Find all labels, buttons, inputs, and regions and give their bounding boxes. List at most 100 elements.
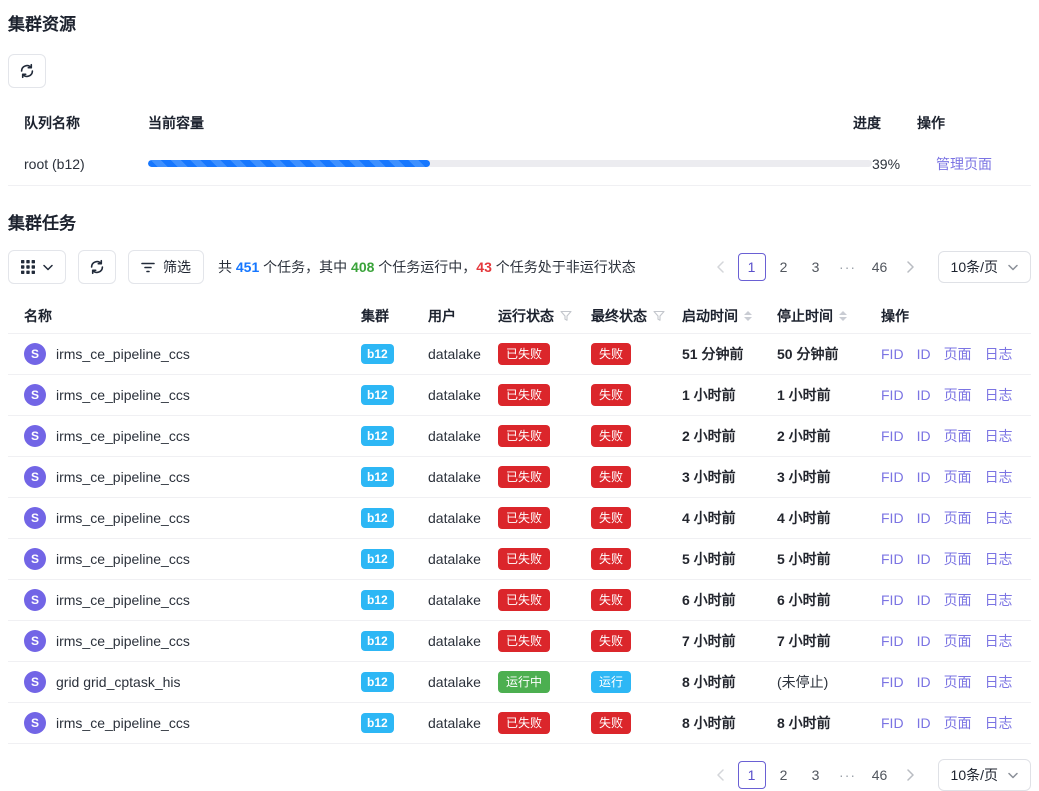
row-action-link[interactable]: ID bbox=[917, 469, 931, 485]
row-action-link[interactable]: 页面 bbox=[944, 713, 972, 733]
row-action-link[interactable]: FID bbox=[881, 674, 904, 690]
row-action-link[interactable]: 页面 bbox=[944, 590, 972, 610]
user-name: datalake bbox=[428, 428, 498, 444]
columns-button[interactable] bbox=[8, 250, 66, 284]
row-action-link[interactable]: ID bbox=[917, 551, 931, 567]
row-action-link[interactable]: FID bbox=[881, 387, 904, 403]
run-status-badge: 已失败 bbox=[498, 712, 550, 734]
pagination-page-1[interactable]: 1 bbox=[738, 253, 766, 281]
table-row: S irms_ce_pipeline_ccs b12 datalake 已失败 … bbox=[8, 703, 1031, 744]
row-action-link[interactable]: 日志 bbox=[985, 344, 1013, 364]
queue-name: root (b12) bbox=[24, 156, 148, 172]
tasks-table: 名称 集群 用户 运行状态 最终状态 启动时间 停止时间 bbox=[8, 298, 1031, 744]
row-action-link[interactable]: FID bbox=[881, 428, 904, 444]
summary-count: 408 bbox=[351, 259, 374, 275]
cluster-tag: b12 bbox=[361, 508, 394, 528]
page-size-select[interactable]: 10条/页 bbox=[938, 251, 1031, 283]
row-action-link[interactable]: 日志 bbox=[985, 549, 1013, 569]
pagination-page-2[interactable]: 2 bbox=[770, 253, 798, 281]
row-action-link[interactable]: 日志 bbox=[985, 467, 1013, 487]
run-status-badge: 已失败 bbox=[498, 507, 550, 529]
row-action-link[interactable]: 页面 bbox=[944, 672, 972, 692]
manage-page-link[interactable]: 管理页面 bbox=[936, 156, 992, 172]
row-action-link[interactable]: ID bbox=[917, 387, 931, 403]
row-action-link[interactable]: 页面 bbox=[944, 426, 972, 446]
row-action-link[interactable]: 页面 bbox=[944, 385, 972, 405]
row-actions: FID ID 页面日志 bbox=[881, 631, 1031, 651]
row-action-link[interactable]: 日志 bbox=[985, 590, 1013, 610]
row-action-link[interactable]: 日志 bbox=[985, 631, 1013, 651]
row-action-link[interactable]: 页面 bbox=[944, 344, 972, 364]
row-action-link[interactable]: 页面 bbox=[944, 467, 972, 487]
row-action-link[interactable]: 日志 bbox=[985, 426, 1013, 446]
stop-time: 4 小时前 bbox=[777, 508, 881, 528]
row-action-link[interactable]: FID bbox=[881, 715, 904, 731]
funnel-filter-icon[interactable] bbox=[560, 310, 572, 322]
sort-icon[interactable] bbox=[744, 311, 752, 321]
row-action-link[interactable]: 页面 bbox=[944, 508, 972, 528]
pagination-next[interactable] bbox=[898, 253, 924, 281]
row-action-link[interactable]: 日志 bbox=[985, 385, 1013, 405]
avatar: S bbox=[24, 384, 46, 406]
row-action-link[interactable]: ID bbox=[917, 510, 931, 526]
bottom-pagination-bar: 123···46 10条/页 bbox=[8, 759, 1031, 791]
row-action-link[interactable]: 日志 bbox=[985, 713, 1013, 733]
final-status-badge: 失败 bbox=[591, 425, 631, 447]
pagination-ellipsis[interactable]: ··· bbox=[834, 259, 862, 275]
progress-percent: 39% bbox=[872, 156, 936, 172]
row-action-link[interactable]: ID bbox=[917, 346, 931, 362]
pagination-page-46[interactable]: 46 bbox=[866, 761, 894, 789]
start-time: 2 小时前 bbox=[682, 426, 777, 446]
stop-time: 6 小时前 bbox=[777, 590, 881, 610]
row-actions: FID ID 页面日志 bbox=[881, 344, 1031, 364]
row-action-link[interactable]: ID bbox=[917, 428, 931, 444]
filter-button[interactable]: 筛选 bbox=[128, 250, 204, 284]
pagination-page-2[interactable]: 2 bbox=[770, 761, 798, 789]
final-status-badge: 运行 bbox=[591, 671, 631, 693]
task-name: irms_ce_pipeline_ccs bbox=[56, 633, 190, 649]
stop-time: 1 小时前 bbox=[777, 385, 881, 405]
row-action-link[interactable]: ID bbox=[917, 633, 931, 649]
pagination-page-1[interactable]: 1 bbox=[738, 761, 766, 789]
row-action-link[interactable]: 日志 bbox=[985, 508, 1013, 528]
pagination-ellipsis[interactable]: ··· bbox=[834, 767, 862, 783]
pagination-page-3[interactable]: 3 bbox=[802, 761, 830, 789]
col-current-capacity: 当前容量 bbox=[148, 113, 853, 133]
page-size-value: 10条/页 bbox=[951, 257, 998, 277]
tasks-refresh-button[interactable] bbox=[78, 250, 116, 284]
row-action-link[interactable]: FID bbox=[881, 510, 904, 526]
row-action-link[interactable]: 页面 bbox=[944, 549, 972, 569]
pagination-next[interactable] bbox=[898, 761, 924, 789]
row-action-link[interactable]: ID bbox=[917, 715, 931, 731]
user-name: datalake bbox=[428, 551, 498, 567]
filter-button-label: 筛选 bbox=[163, 257, 191, 277]
table-row: S irms_ce_pipeline_ccs b12 datalake 已失败 … bbox=[8, 498, 1031, 539]
col-queue-name: 队列名称 bbox=[24, 113, 148, 133]
row-actions: FID ID 页面日志 bbox=[881, 713, 1031, 733]
resources-table: 队列名称 当前容量 进度 操作 root (b12) 39% 管理页面 bbox=[8, 104, 1031, 186]
table-row: S irms_ce_pipeline_ccs b12 datalake 已失败 … bbox=[8, 457, 1031, 498]
pagination-prev[interactable] bbox=[708, 761, 734, 789]
pagination-page-46[interactable]: 46 bbox=[866, 253, 894, 281]
pagination-page-3[interactable]: 3 bbox=[802, 253, 830, 281]
pagination-prev[interactable] bbox=[708, 253, 734, 281]
row-action-link[interactable]: FID bbox=[881, 592, 904, 608]
row-action-link[interactable]: 页面 bbox=[944, 631, 972, 651]
tasks-toolbar: 筛选 共 451 个任务，其中 408 个任务运行中，43 个任务处于非运行状态… bbox=[8, 250, 1031, 284]
row-action-link[interactable]: ID bbox=[917, 592, 931, 608]
task-name: irms_ce_pipeline_ccs bbox=[56, 428, 190, 444]
avatar: S bbox=[24, 630, 46, 652]
summary-text: 个任务运行中， bbox=[374, 259, 476, 275]
row-action-link[interactable]: 日志 bbox=[985, 672, 1013, 692]
sort-icon[interactable] bbox=[839, 311, 847, 321]
row-action-link[interactable]: FID bbox=[881, 469, 904, 485]
row-action-link[interactable]: FID bbox=[881, 551, 904, 567]
row-action-link[interactable]: FID bbox=[881, 346, 904, 362]
tasks-table-body: S irms_ce_pipeline_ccs b12 datalake 已失败 … bbox=[8, 334, 1031, 744]
page-size-select[interactable]: 10条/页 bbox=[938, 759, 1031, 791]
funnel-filter-icon[interactable] bbox=[653, 310, 665, 322]
row-action-link[interactable]: FID bbox=[881, 633, 904, 649]
avatar: S bbox=[24, 343, 46, 365]
row-action-link[interactable]: ID bbox=[917, 674, 931, 690]
resources-refresh-button[interactable] bbox=[8, 54, 46, 88]
